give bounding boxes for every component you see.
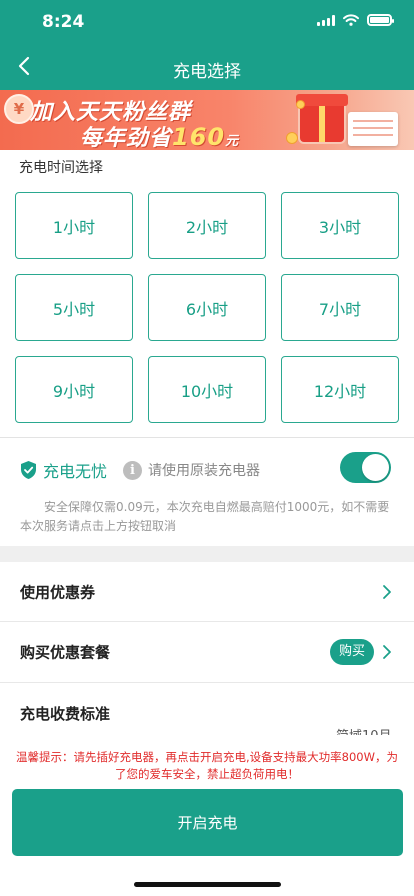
- banner-subline: 每年劲省160元: [80, 123, 240, 150]
- divider: [0, 437, 414, 438]
- package-row[interactable]: 购买优惠套餐 购买: [0, 622, 414, 682]
- insurance-description: 安全保障仅需0.09元，本次充电自燃最高赔付1000元，如不需要本次服务请点击上…: [20, 500, 390, 533]
- time-option-9h[interactable]: 9小时: [15, 356, 133, 423]
- small-coin-icon: [296, 100, 305, 109]
- time-option-6h[interactable]: 6小时: [148, 274, 266, 341]
- section-gap: [0, 546, 414, 562]
- divider: [0, 682, 414, 683]
- page-title: 充电选择: [173, 62, 241, 82]
- package-label: 购买优惠套餐: [20, 643, 111, 662]
- fee-standard-peek: 简域10月: [336, 726, 392, 735]
- time-option-10h[interactable]: 10小时: [148, 356, 266, 423]
- time-options-grid: 1小时 2小时 3小时 5小时 6小时 7小时 9小时 10小时 12小时: [15, 192, 400, 423]
- buy-package-button[interactable]: 购买: [330, 639, 374, 665]
- time-section-title: 充电时间选择: [19, 160, 103, 176]
- time-option-12h[interactable]: 12小时: [281, 356, 399, 423]
- insurance-toggle[interactable]: [340, 452, 391, 483]
- gift-box-icon: [296, 94, 348, 142]
- insurance-row: 充电无忧 i 请使用原装充电器: [20, 458, 260, 482]
- chevron-right-icon: [383, 645, 391, 659]
- header-bar: 8:24 充电选择: [0, 0, 414, 90]
- coupon-row[interactable]: 使用优惠券: [0, 562, 414, 622]
- status-time: 8:24: [42, 12, 85, 32]
- info-icon: i: [123, 460, 143, 480]
- time-option-2h[interactable]: 2小时: [148, 192, 266, 259]
- start-charging-button[interactable]: 开启充电: [12, 789, 403, 856]
- status-icons: [317, 14, 394, 26]
- time-option-5h[interactable]: 5小时: [15, 274, 133, 341]
- home-indicator: [134, 882, 281, 887]
- shield-check-icon: [21, 461, 36, 479]
- small-coin-icon: [286, 132, 298, 144]
- time-option-7h[interactable]: 7小时: [281, 274, 399, 341]
- coupon-label: 使用优惠券: [20, 583, 96, 602]
- warning-text: 温馨提示：请先插好充电器，再点击开启充电,设备支持最大功率800W，为了您的爱车…: [16, 750, 398, 781]
- signal-icon: [317, 14, 335, 26]
- wifi-icon: [343, 14, 359, 26]
- fee-standard-title: 充电收费标准: [20, 705, 111, 723]
- charger-tip: 请使用原装充电器: [148, 463, 261, 479]
- gift-card-icon: [348, 112, 398, 146]
- insurance-label: 充电无忧: [43, 462, 108, 481]
- chevron-right-icon: [383, 585, 391, 599]
- time-option-1h[interactable]: 1小时: [15, 192, 133, 259]
- battery-icon: [367, 14, 394, 26]
- promo-banner[interactable]: ¥ 加入天天粉丝群 每年劲省160元: [0, 90, 414, 150]
- time-option-3h[interactable]: 3小时: [281, 192, 399, 259]
